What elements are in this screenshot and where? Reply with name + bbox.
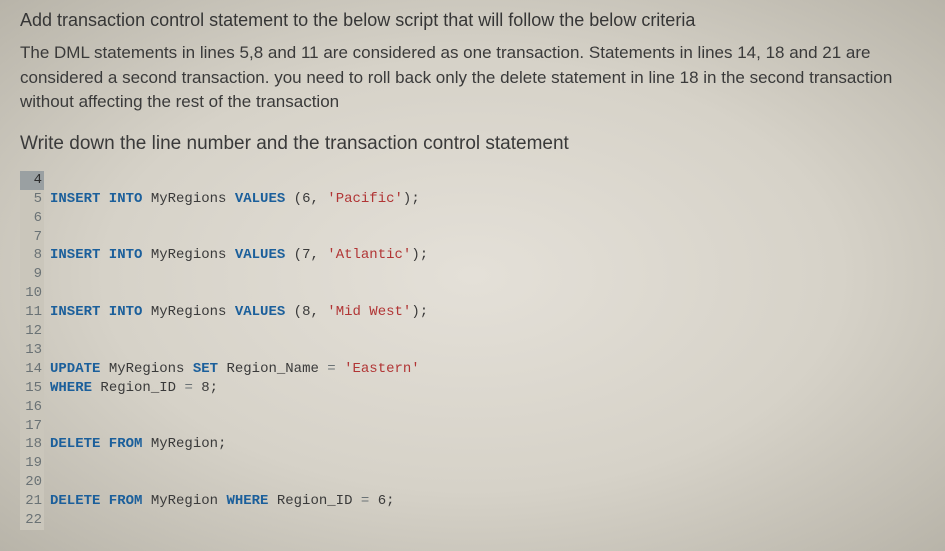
sql-text: , — [310, 304, 327, 320]
line-number: 7 — [20, 228, 44, 247]
code-line-15: 15 WHERE Region_ID = 8; — [20, 379, 925, 398]
sql-string: 'Eastern' — [344, 361, 420, 377]
sql-text: ( — [285, 247, 302, 263]
sql-keyword: VALUES — [235, 247, 285, 263]
sql-string: 'Mid West' — [327, 304, 411, 320]
sql-keyword: SET — [193, 361, 218, 377]
code-line-20: 20 — [20, 473, 925, 492]
sql-number: 8 — [201, 380, 209, 396]
line-number: 19 — [20, 454, 44, 473]
code-line-22: 22 — [20, 511, 925, 530]
sql-text: MyRegions — [100, 361, 192, 377]
line-number: 10 — [20, 284, 44, 303]
sql-number: 6 — [378, 493, 386, 509]
code-line-9: 9 — [20, 265, 925, 284]
line-number: 20 — [20, 473, 44, 492]
sql-keyword: INSERT INTO — [50, 191, 142, 207]
code-block: 4 5 INSERT INTO MyRegions VALUES (6, 'Pac… — [20, 171, 925, 530]
sql-keyword: VALUES — [235, 304, 285, 320]
sql-text: , — [310, 247, 327, 263]
code-line-4: 4 — [20, 171, 925, 190]
sql-keyword: INSERT INTO — [50, 304, 142, 320]
sql-text: MyRegion — [142, 493, 226, 509]
line-number: 6 — [20, 209, 44, 228]
line-number: 11 — [20, 303, 44, 322]
code-line-13: 13 — [20, 341, 925, 360]
code-line-8: 8INSERT INTO MyRegions VALUES (7, 'Atlan… — [20, 246, 925, 265]
sql-text: MyRegion; — [142, 436, 226, 452]
sql-keyword: WHERE — [226, 493, 268, 509]
line-number: 18 — [20, 435, 44, 454]
line-number: 21 — [20, 492, 44, 511]
sql-text: ; — [386, 493, 394, 509]
code-line-14: 14 UPDATE MyRegions SET Region_Name = 'Ea… — [20, 360, 925, 379]
sql-keyword: WHERE — [50, 380, 92, 396]
line-number: 5 — [20, 190, 44, 209]
code-line-19: 19 — [20, 454, 925, 473]
line-number: 15 — [20, 379, 44, 398]
line-number: 4 — [20, 171, 44, 190]
code-line-7: 7 — [20, 228, 925, 247]
sql-text: = — [184, 380, 201, 396]
code-line-6: 6 — [20, 209, 925, 228]
code-line-11: 11INSERT INTO MyRegions VALUES (8, 'Mid … — [20, 303, 925, 322]
sql-text: MyRegions — [142, 191, 234, 207]
sql-text: ; — [210, 380, 218, 396]
sql-text: ( — [285, 191, 302, 207]
code-line-16: 16 — [20, 398, 925, 417]
question-title: Add transaction control statement to the… — [20, 10, 925, 31]
sql-text: ); — [403, 191, 420, 207]
code-line-21: 21 DELETE FROM MyRegion WHERE Region_ID =… — [20, 492, 925, 511]
line-number: 8 — [20, 246, 44, 265]
sql-text: Region_ID — [268, 493, 360, 509]
question-instruction: Write down the line number and the trans… — [20, 133, 925, 155]
code-line-12: 12 — [20, 322, 925, 341]
line-number: 16 — [20, 398, 44, 417]
code-line-10: 10 — [20, 284, 925, 303]
line-number: 14 — [20, 360, 44, 379]
sql-text: MyRegions — [142, 247, 234, 263]
sql-text: Region_ID — [92, 380, 184, 396]
sql-keyword: VALUES — [235, 191, 285, 207]
sql-text: Region_Name — [218, 361, 327, 377]
line-number: 22 — [20, 511, 44, 530]
sql-keyword: UPDATE — [50, 361, 100, 377]
sql-keyword: INSERT INTO — [50, 247, 142, 263]
sql-string: 'Pacific' — [327, 191, 403, 207]
sql-text: ); — [411, 247, 428, 263]
code-line-5: 5INSERT INTO MyRegions VALUES (6, 'Pacif… — [20, 190, 925, 209]
line-number: 13 — [20, 341, 44, 360]
sql-text: = — [327, 361, 344, 377]
line-number: 17 — [20, 417, 44, 436]
sql-text: ); — [411, 304, 428, 320]
sql-text: ( — [285, 304, 302, 320]
sql-text: = — [361, 493, 378, 509]
code-line-18: 18 DELETE FROM MyRegion; — [20, 435, 925, 454]
sql-keyword: DELETE FROM — [50, 493, 142, 509]
line-number: 9 — [20, 265, 44, 284]
sql-keyword: DELETE FROM — [50, 436, 142, 452]
question-body: The DML statements in lines 5,8 and 11 a… — [20, 41, 925, 115]
code-line-17: 17 — [20, 417, 925, 436]
sql-text: MyRegions — [142, 304, 234, 320]
line-number: 12 — [20, 322, 44, 341]
sql-text: , — [310, 191, 327, 207]
sql-string: 'Atlantic' — [327, 247, 411, 263]
